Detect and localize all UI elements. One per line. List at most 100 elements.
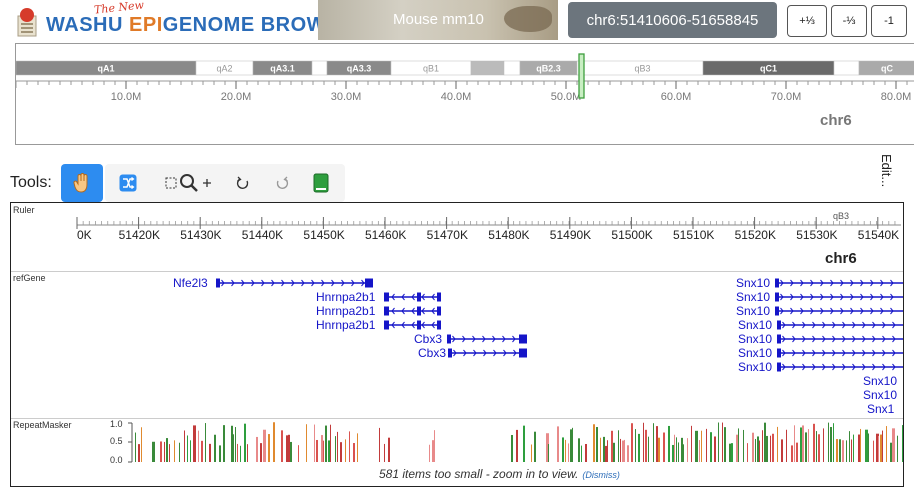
drag-tool-button[interactable] [61,164,103,202]
track-container[interactable]: Ruler 0K 51420K 51430K 51440K 51450K 51460K 51… [10,202,904,487]
gene-label[interactable]: Snx10 [736,290,770,304]
chromosome-ideogram-panel[interactable]: qA1 qA2 qA3.1 qA3.3 qB1 qB2.3 qB3 qC1 qC 10.0M 20.… [15,43,914,145]
gene-label[interactable]: Snx10 [738,346,772,360]
repeat-bar [325,425,327,462]
ideogram-scale-label: 10.0M [111,91,142,103]
repeat-bar [600,437,601,462]
ruler-tick-label: 51450K [303,228,345,242]
browser-logo[interactable]: The New WASHU EPIGENOME BROWSER [6,0,368,40]
coordinate-box[interactable]: chr6:51410606-51658845 [568,2,777,38]
repeat-bar [511,434,513,462]
repeat-bar [663,432,665,462]
repeat-bar [755,438,756,462]
dismiss-link[interactable]: (Dismiss) [582,470,620,480]
repeat-bar [752,432,754,462]
repeat-bar [607,440,608,462]
refgene-track[interactable]: refGene Nfe2l3 Hnrnpa2b1 Hnrnpa2b1 Hnrnpa2b… [11,271,903,418]
repeat-bar [432,440,434,462]
gene-exon [519,334,527,344]
repeat-bar [757,436,759,462]
repeat-bar [256,436,258,462]
repeat-bar [882,430,883,462]
gene-exon [447,334,451,344]
repeat-bar [138,444,140,462]
undo-button[interactable] [222,164,264,202]
repeat-bars[interactable] [11,418,904,468]
repeat-bar [570,429,572,462]
ruler-track[interactable]: Ruler 0K 51420K 51430K 51440K 51450K 51460K 51… [11,203,903,271]
repeat-bar [263,429,266,462]
ruler-tick-label: 51480K [488,228,530,242]
repeat-bar [695,430,698,462]
repeat-bar [349,431,350,462]
gene-label[interactable]: Snx10 [863,374,897,388]
edit-tracks-link[interactable]: Edit... [879,154,894,200]
repeat-bar [231,425,233,462]
region-select-tool-button[interactable] [163,164,215,202]
ideogram-band-label: qC1 [760,64,777,74]
gene-label[interactable]: Snx10 [736,276,770,290]
repeat-bar [816,431,817,462]
repeat-bar [860,428,861,462]
gene-label[interactable]: Cbx3 [414,332,442,346]
repeat-bar [638,433,640,462]
repeat-bar [836,439,838,462]
gene-label[interactable]: Snx10 [738,318,772,332]
logo-pin-icon [17,8,37,37]
gene-label[interactable]: Snx10 [738,332,772,346]
undo-icon [236,176,249,189]
gene-label[interactable]: Hnrnpa2b1 [316,318,375,332]
repeat-bar [710,432,712,462]
repeat-bar [823,428,824,462]
repeat-bar [235,427,236,462]
gene-label[interactable]: Snx10 [738,360,772,374]
redo-button[interactable] [261,164,303,202]
repeat-bar [849,431,850,462]
gene-exon [519,348,527,358]
repeat-bar [802,425,804,462]
repeat-bar [201,440,203,462]
repeat-bar [796,442,798,462]
repeat-bar [764,422,766,462]
gene-exon [775,292,779,302]
repeat-bar [523,425,525,462]
zoom-out-third-button[interactable]: -⅓ [831,5,867,37]
repeat-bar [335,436,336,462]
ideogram-band-label: qA2 [216,64,232,74]
session-book-button[interactable] [300,164,342,202]
genome-banner[interactable]: Mouse mm10 [318,0,558,40]
gene-label[interactable]: Snx10 [863,388,897,402]
repeat-bar [568,443,569,462]
repeat-bar [631,423,633,462]
chromosome-ideogram[interactable]: qA1 qA2 qA3.1 qA3.3 qB1 qB2.3 qB3 qC1 qC 10.0M 20.… [16,44,914,146]
repeat-bar [298,445,299,462]
repeat-bar [759,440,760,462]
zoom-in-third-button[interactable]: +⅓ [787,5,827,37]
repeat-bar [729,443,731,462]
epigenome-browser: The New WASHU EPIGENOME BROWSER Mouse mm… [0,0,914,489]
repeat-bar [214,434,216,462]
gene-label[interactable]: Snx10 [736,304,770,318]
gene-exon [384,292,389,302]
gene-exon [384,320,389,330]
repeat-bar [281,430,283,462]
repeat-bar [384,443,385,462]
repeat-bar [658,437,660,462]
logo-washu: WASHU [46,14,123,36]
repeat-bar [653,423,654,462]
repeat-bar [565,439,566,462]
repeat-bar [818,434,820,462]
gene-label[interactable]: Snx1 [867,402,894,416]
gene-label[interactable]: Hnrnpa2b1 [316,290,375,304]
gene-label[interactable]: Nfe2l3 [173,276,208,290]
repeat-bar [833,423,834,462]
repeat-bar [379,427,380,462]
repeat-bar [791,445,793,462]
ruler-tick-label: 51510K [673,228,715,242]
reorder-tool-button[interactable] [107,164,149,202]
gene-label[interactable]: Cbx3 [418,346,446,360]
repeat-bar [724,427,726,462]
gene-label[interactable]: Hnrnpa2b1 [316,304,375,318]
zoom-out-one-button[interactable]: -1 [871,5,907,37]
repeat-bar [805,432,807,462]
